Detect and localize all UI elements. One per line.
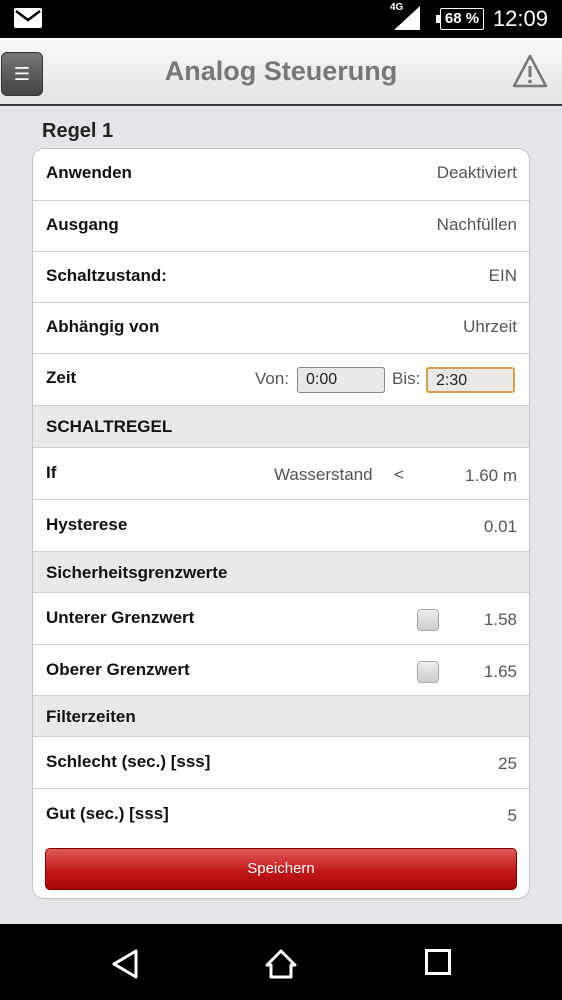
row-gut[interactable]: Gut (sec.) [sss] 5 [33,789,529,840]
row-zeit: Zeit Von: 0:00 Bis: 2:30 [33,354,529,406]
row-label: Hysterese [46,515,128,534]
group-header-schaltregel: SCHALTREGEL [33,406,529,448]
row-schaltzustand[interactable]: Schaltzustand: EIN [33,252,529,303]
bis-label: Bis: [392,369,421,388]
status-bar: 4G 68 % 12:09 [0,0,562,38]
row-label: Unterer Grenzwert [46,608,195,627]
threshold-value: 1.60 m [465,466,517,485]
battery-level: 68 % [444,10,480,27]
row-label: If [46,463,57,482]
battery-icon: 68 % [436,8,484,30]
row-value: EIN [488,266,517,285]
group-header-filterzeiten: Filterzeiten [33,696,529,737]
row-abhaengig-von[interactable]: Abhängig von Uhrzeit [33,303,529,354]
row-value: 1.65 [483,662,517,681]
row-value: 5 [507,806,517,825]
operator: < [394,465,404,484]
row-schlecht[interactable]: Schlecht (sec.) [sss] 25 [33,737,529,789]
sensor-name: Wasserstand [274,465,373,484]
row-ausgang[interactable]: Ausgang Nachfüllen [33,201,529,252]
group-header-label: Filterzeiten [46,707,136,726]
bis-time-input[interactable]: 2:30 [426,367,515,393]
row-anwenden[interactable]: Anwenden Deaktiviert [33,149,529,201]
row-label: Schaltzustand: [46,266,167,285]
row-label: Oberer Grenzwert [46,660,190,679]
row-value: Deaktiviert [436,163,517,182]
group-header-sicherheitsgrenzwerte: Sicherheitsgrenzwerte [33,552,529,593]
app-screen: ☰ Analog Steuerung Regel 1 Anwenden Deak… [0,38,562,924]
mail-icon [14,8,42,28]
row-value: 1.58 [483,610,517,629]
row-value: 25 [498,754,517,773]
section-title: Regel 1 [42,120,114,142]
row-label: Abhängig von [46,317,160,336]
row-unterer-grenzwert[interactable]: Unterer Grenzwert 1.58 [33,593,529,645]
row-hysterese[interactable]: Hysterese 0.01 [33,500,529,552]
back-icon[interactable] [110,948,140,980]
row-label: Zeit [46,368,77,387]
von-label: Von: [255,369,290,388]
row-if[interactable]: If Wasserstand < 1.60 m [33,448,529,500]
app-header: ☰ Analog Steuerung [0,38,562,106]
row-value: 0.01 [483,517,517,536]
recents-icon[interactable] [424,948,452,976]
row-value: Nachfüllen [436,215,517,234]
row-value: Uhrzeit [463,317,517,336]
row-label: Ausgang [46,215,119,234]
save-button[interactable]: Speichern [45,848,517,890]
warning-icon[interactable] [512,54,548,88]
von-time-input[interactable]: 0:00 [297,367,385,393]
group-header-label: SCHALTREGEL [46,417,173,436]
unterer-grenzwert-checkbox[interactable] [417,609,439,631]
row-oberer-grenzwert[interactable]: Oberer Grenzwert 1.65 [33,645,529,696]
row-label: Schlecht (sec.) [sss] [46,752,211,771]
row-label: Gut (sec.) [sss] [46,804,169,823]
page-title: Analog Steuerung [164,56,398,86]
oberer-grenzwert-checkbox[interactable] [417,661,439,683]
home-icon[interactable] [264,948,298,980]
signal-icon [394,6,420,30]
settings-card: Anwenden Deaktiviert Ausgang Nachfüllen … [32,148,530,899]
navigation-bar [0,924,562,1000]
row-label: Anwenden [46,163,132,182]
clock: 12:09 [492,6,548,31]
group-header-label: Sicherheitsgrenzwerte [46,563,228,582]
